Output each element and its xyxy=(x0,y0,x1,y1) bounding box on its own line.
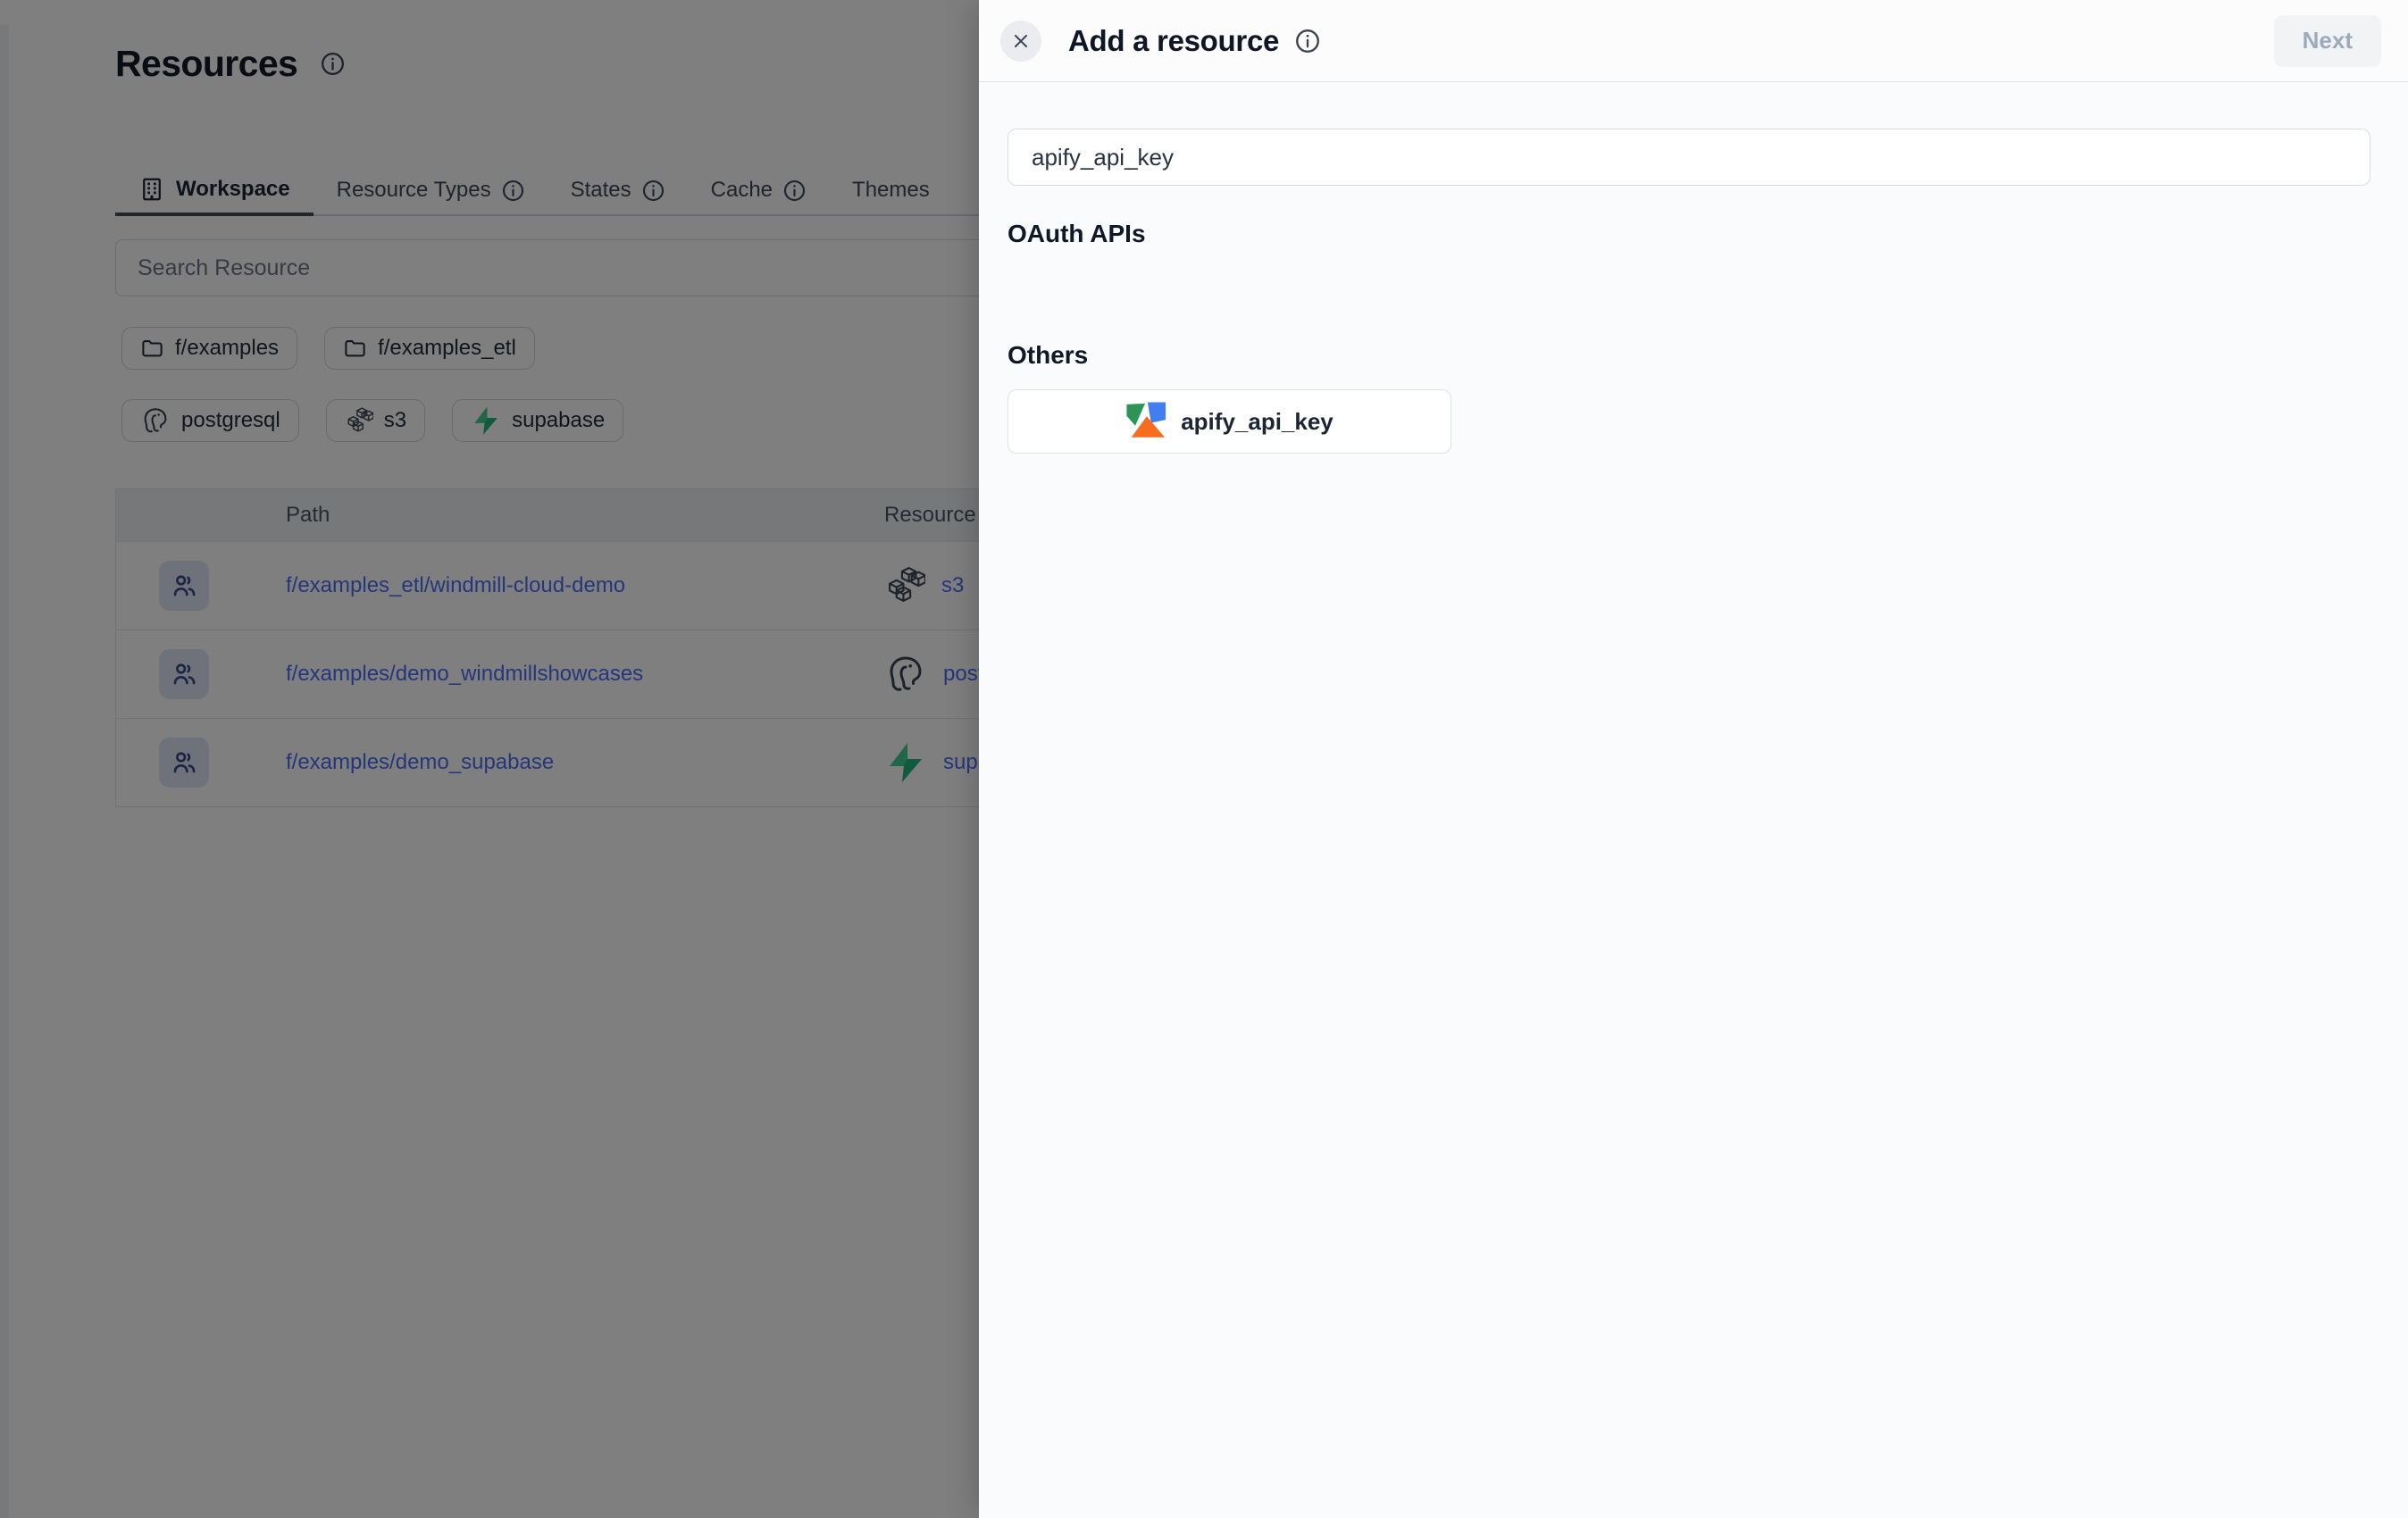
apify-logo-icon xyxy=(1125,401,1166,442)
drawer-title: Add a resource xyxy=(1068,24,1279,58)
drawer-body: OAuth APIs Others apify_api_key xyxy=(979,82,2408,454)
resource-type-search-input[interactable] xyxy=(1008,129,2370,186)
close-button[interactable] xyxy=(1000,21,1041,62)
resource-type-card-label: apify_api_key xyxy=(1181,408,1334,436)
section-heading-others: Others xyxy=(1008,341,2370,370)
next-button[interactable]: Next xyxy=(2274,15,2381,67)
section-heading-oauth: OAuth APIs xyxy=(1008,220,2370,248)
add-resource-drawer: Add a resource Next OAuth APIs Others ap… xyxy=(979,0,2408,1518)
close-icon xyxy=(1010,30,1032,52)
resource-type-card-apify[interactable]: apify_api_key xyxy=(1008,389,1451,454)
info-icon[interactable] xyxy=(1295,29,1320,54)
drawer-header: Add a resource Next xyxy=(979,0,2408,82)
